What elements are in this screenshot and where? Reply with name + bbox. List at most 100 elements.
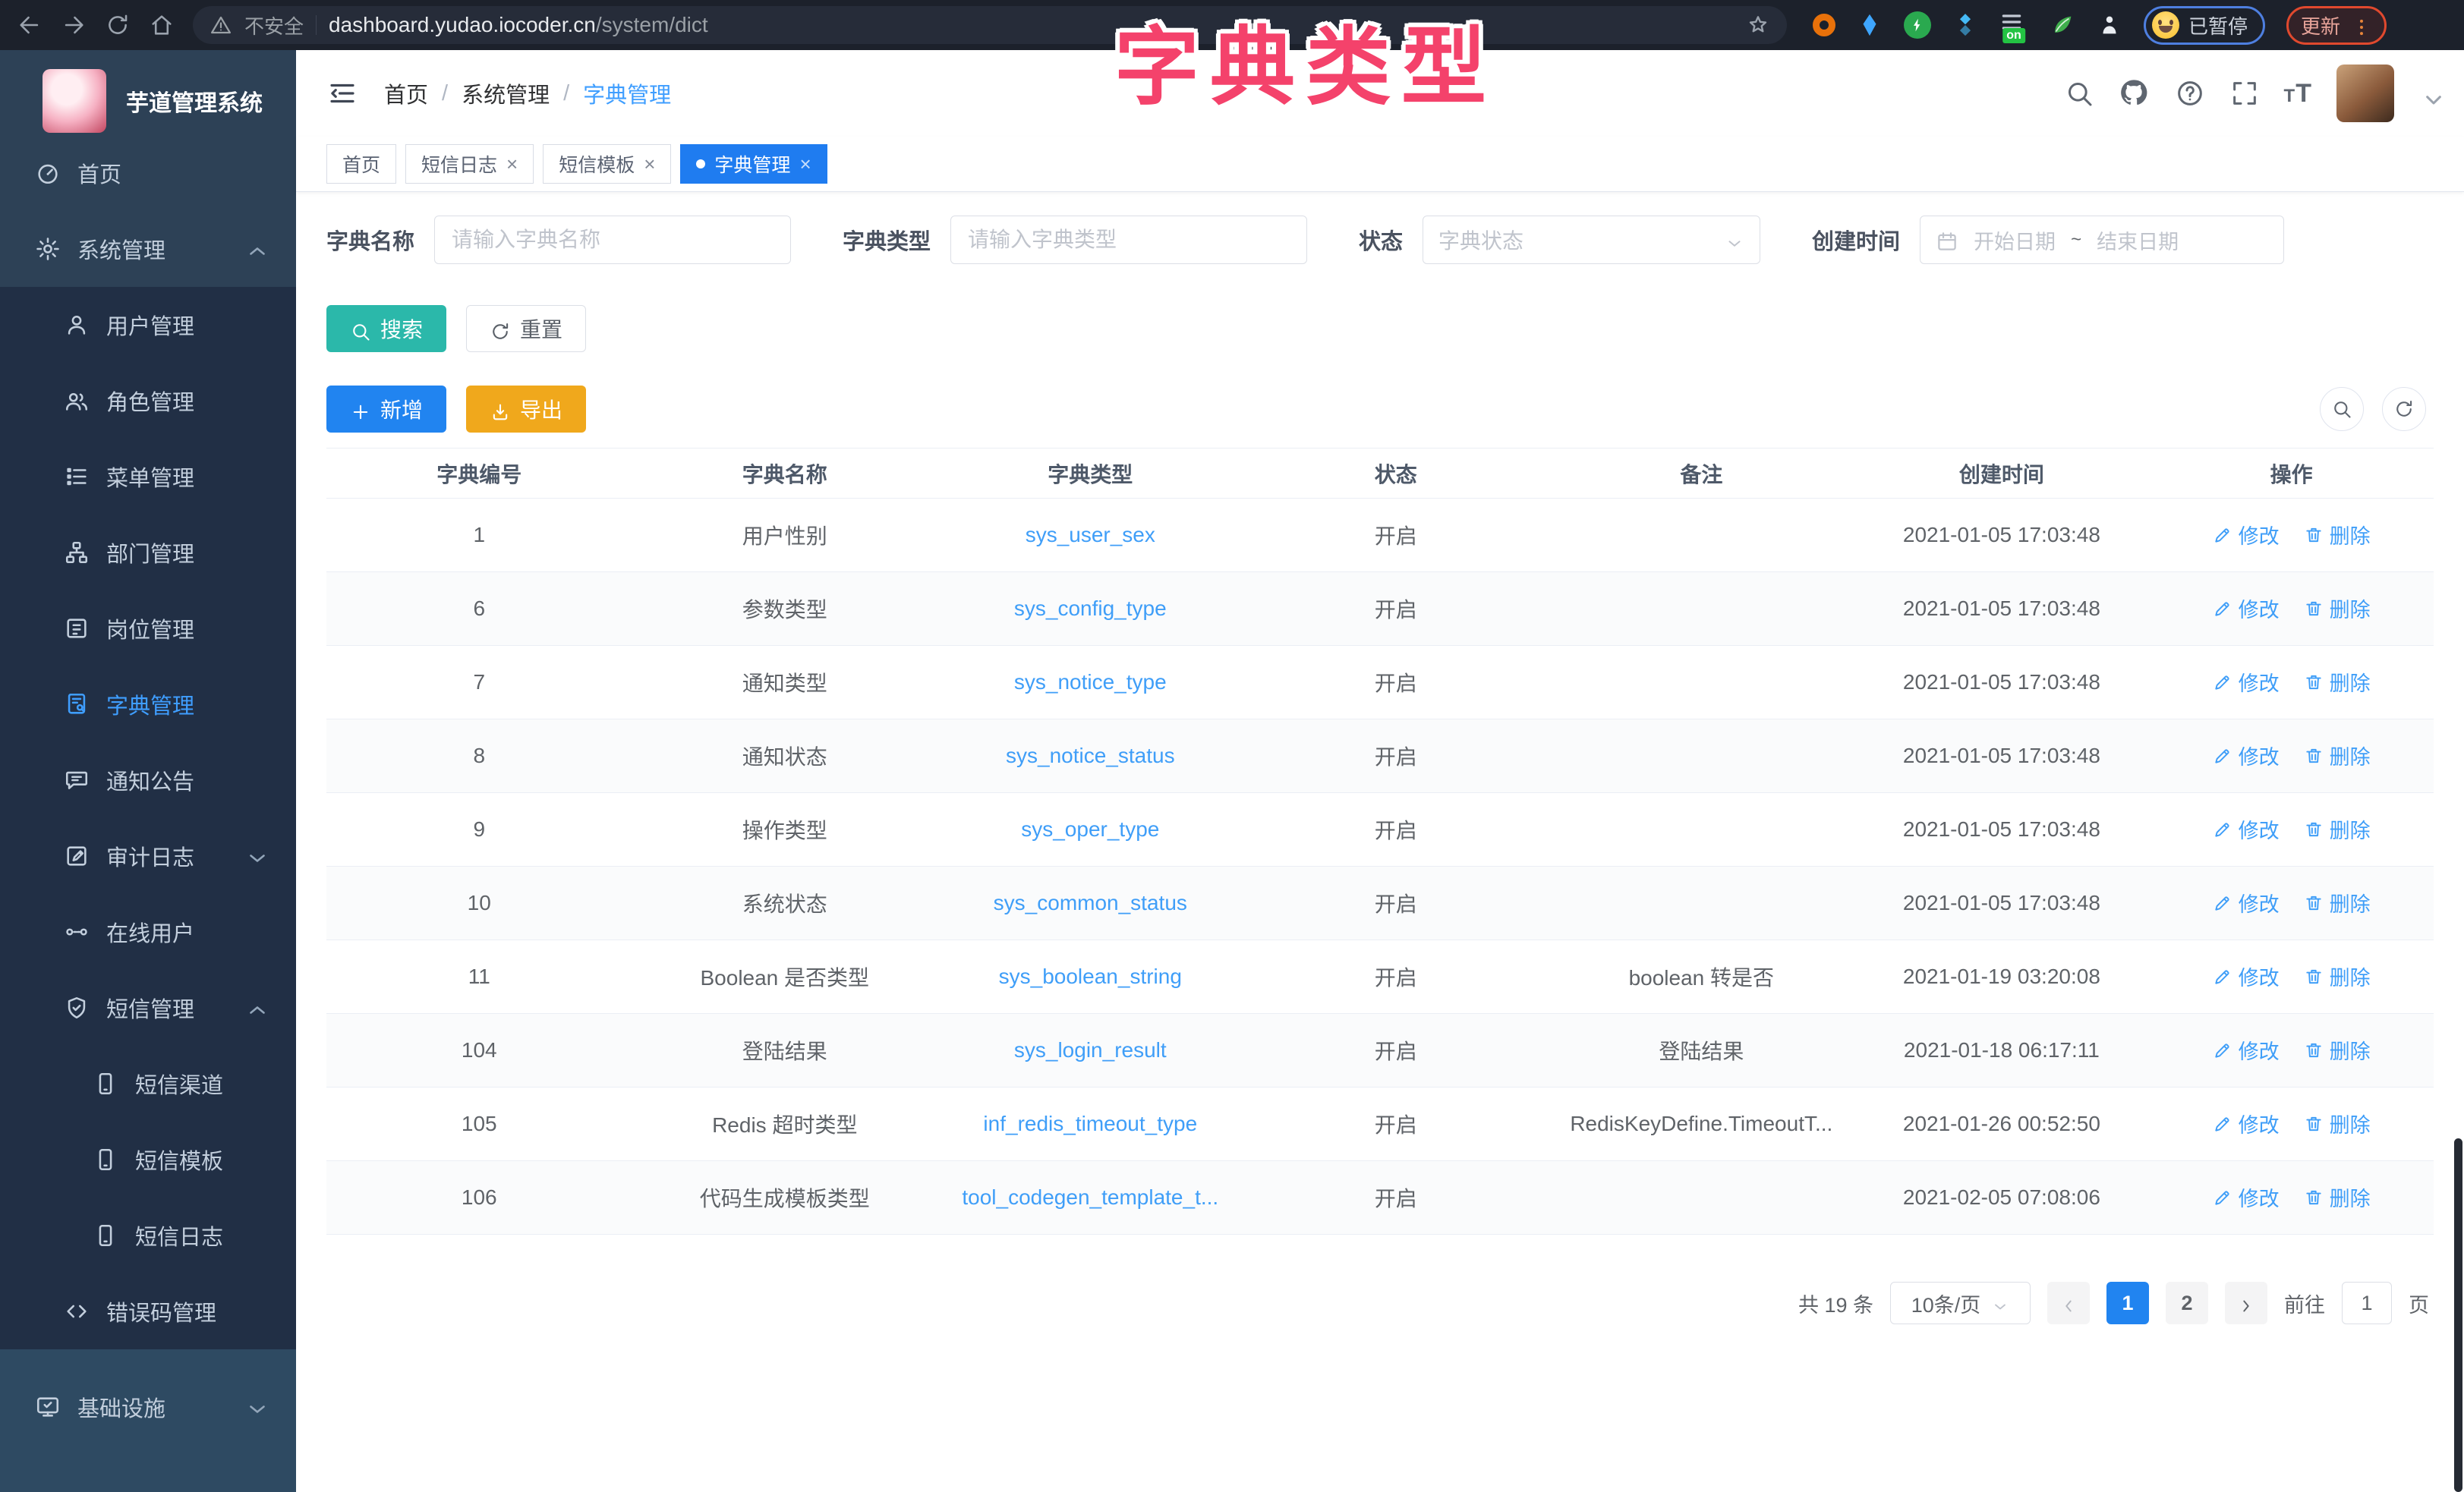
sidebar-item-online-users[interactable]: 在线用户 <box>0 894 296 970</box>
dict-type-link[interactable]: tool_codegen_template_t... <box>962 1185 1218 1209</box>
add-button[interactable]: 新增 <box>326 386 446 433</box>
edit-button[interactable]: 修改 <box>2213 520 2280 549</box>
delete-button[interactable]: 删除 <box>2304 593 2371 623</box>
address-bar[interactable]: 不安全 dashboard.yudao.iocoder.cn/system/di… <box>193 6 1787 44</box>
fullscreen-icon[interactable] <box>2229 78 2260 109</box>
delete-button[interactable]: 删除 <box>2304 814 2371 844</box>
dict-type-link[interactable]: sys_oper_type <box>1021 817 1159 841</box>
sidebar-item-system-management[interactable]: 系统管理 <box>0 211 296 287</box>
dict-type-link[interactable]: sys_notice_status <box>1006 744 1175 767</box>
browser-update-button[interactable]: 更新 <box>2286 6 2387 45</box>
help-icon[interactable] <box>2175 78 2205 109</box>
green-bolt-extension-icon[interactable] <box>1904 11 1931 39</box>
profile-paused-chip[interactable]: 已暂停 <box>2144 6 2265 45</box>
edit-button[interactable]: 修改 <box>2213 1109 2280 1138</box>
sidebar-item-dept-management[interactable]: 部门管理 <box>0 515 296 590</box>
status-select[interactable]: 字典状态 <box>1423 216 1760 264</box>
bookmark-star-icon[interactable] <box>1746 13 1770 37</box>
edit-button[interactable]: 修改 <box>2213 593 2280 623</box>
blue-kite-extension-icon[interactable] <box>1857 12 1883 38</box>
sidebar-item-infrastructure[interactable]: 基础设施 <box>0 1369 296 1445</box>
browser-forward-icon[interactable] <box>61 12 87 38</box>
export-button[interactable]: 导出 <box>466 386 586 433</box>
sidebar-item-sms-template[interactable]: 短信模板 <box>0 1122 296 1198</box>
list-on-extension-icon[interactable]: on <box>1999 10 2028 40</box>
sidebar-item-sms-channel[interactable]: 短信渠道 <box>0 1046 296 1122</box>
search-icon[interactable] <box>2064 78 2094 109</box>
sidebar-item-sms-log[interactable]: 短信日志 <box>0 1198 296 1273</box>
close-tab-icon[interactable]: × <box>506 154 518 174</box>
github-icon[interactable] <box>2119 77 2150 109</box>
tab-home[interactable]: 首页 <box>326 144 396 184</box>
font-size-icon[interactable]: TT <box>2284 79 2312 109</box>
prev-page-button[interactable] <box>2047 1282 2090 1324</box>
tab-sms-template[interactable]: 短信模板× <box>543 144 671 184</box>
delete-button[interactable]: 删除 <box>2304 1109 2371 1138</box>
dict-type-link[interactable]: sys_user_sex <box>1026 523 1155 546</box>
delete-button[interactable]: 删除 <box>2304 520 2371 549</box>
tab-dict-management[interactable]: 字典管理× <box>680 144 827 184</box>
edit-button[interactable]: 修改 <box>2213 814 2280 844</box>
sidebar-item-role-management[interactable]: 角色管理 <box>0 363 296 439</box>
breadcrumb-current[interactable]: 字典管理 <box>583 77 671 109</box>
refresh-table-button[interactable] <box>2382 387 2426 431</box>
dict-type-link[interactable]: sys_common_status <box>994 891 1187 914</box>
close-tab-icon[interactable]: × <box>799 154 811 174</box>
dict-name-input[interactable] <box>434 216 791 264</box>
delete-button[interactable]: 删除 <box>2304 1182 2371 1212</box>
edit-button[interactable]: 修改 <box>2213 667 2280 697</box>
page-size-select[interactable]: 10条/页 <box>1890 1282 2031 1324</box>
next-page-button[interactable] <box>2225 1282 2267 1324</box>
goto-page-input[interactable] <box>2342 1282 2392 1324</box>
sidebar-item-post-management[interactable]: 岗位管理 <box>0 590 296 666</box>
search-button[interactable]: 搜索 <box>326 305 446 352</box>
dict-type-link[interactable]: sys_config_type <box>1014 596 1167 620</box>
dict-type-link[interactable]: sys_login_result <box>1014 1038 1167 1062</box>
page-button-2[interactable]: 2 <box>2166 1282 2208 1324</box>
white-person-extension-icon[interactable] <box>2097 12 2122 38</box>
dict-type-link[interactable]: sys_notice_type <box>1014 670 1167 694</box>
sidebar-item-user-management[interactable]: 用户管理 <box>0 287 296 363</box>
blue-diamond-extension-icon[interactable] <box>1952 12 1978 38</box>
dict-type-input[interactable] <box>950 216 1307 264</box>
sidebar-item-menu-management[interactable]: 菜单管理 <box>0 439 296 515</box>
close-tab-icon[interactable]: × <box>644 154 655 174</box>
avatar[interactable] <box>2336 65 2394 122</box>
orange-circle-extension-icon[interactable] <box>1813 14 1835 36</box>
tab-sms-log[interactable]: 短信日志× <box>405 144 534 184</box>
avatar-caret-down-icon[interactable] <box>2418 84 2437 102</box>
browser-reload-icon[interactable] <box>105 12 131 38</box>
sidebar-item-home[interactable]: 首页 <box>0 135 296 211</box>
sidebar-collapse-icon[interactable] <box>326 77 358 109</box>
date-range-picker[interactable]: 开始日期 ~ 结束日期 <box>1920 216 2284 264</box>
delete-button[interactable]: 删除 <box>2304 741 2371 770</box>
edit-button[interactable]: 修改 <box>2213 888 2280 918</box>
cell-status: 开启 <box>1243 1161 1549 1235</box>
delete-button[interactable]: 删除 <box>2304 962 2371 991</box>
page-button-1[interactable]: 1 <box>2106 1282 2149 1324</box>
browser-home-icon[interactable] <box>149 12 175 38</box>
breadcrumb-home[interactable]: 首页 <box>384 77 428 109</box>
sidebar-item-dict-management[interactable]: 字典管理 <box>0 666 296 742</box>
sidebar-item-sms-management[interactable]: 短信管理 <box>0 970 296 1046</box>
reset-button[interactable]: 重置 <box>466 305 586 352</box>
edit-button[interactable]: 修改 <box>2213 741 2280 770</box>
green-leaf-extension-icon[interactable] <box>2050 12 2075 38</box>
sidebar-item-error-code-management[interactable]: 错误码管理 <box>0 1273 296 1349</box>
dict-type-link[interactable]: sys_boolean_string <box>999 965 1182 988</box>
browser-menu-icon[interactable] <box>2351 14 2372 36</box>
fullscreen-icon <box>2229 78 2260 109</box>
browser-back-icon[interactable] <box>17 12 43 38</box>
scrollbar-thumb[interactable] <box>2454 1138 2462 1492</box>
dict-type-link[interactable]: inf_redis_timeout_type <box>983 1112 1197 1135</box>
delete-button[interactable]: 删除 <box>2304 1035 2371 1065</box>
edit-button[interactable]: 修改 <box>2213 962 2280 991</box>
sidebar-item-audit-log[interactable]: 审计日志 <box>0 818 296 894</box>
edit-button[interactable]: 修改 <box>2213 1182 2280 1212</box>
sidebar-item-notice-announcement[interactable]: 通知公告 <box>0 742 296 818</box>
delete-button[interactable]: 删除 <box>2304 888 2371 918</box>
toggle-search-button[interactable] <box>2320 387 2364 431</box>
delete-button[interactable]: 删除 <box>2304 667 2371 697</box>
edit-button[interactable]: 修改 <box>2213 1035 2280 1065</box>
breadcrumb-system[interactable]: 系统管理 <box>462 77 550 109</box>
